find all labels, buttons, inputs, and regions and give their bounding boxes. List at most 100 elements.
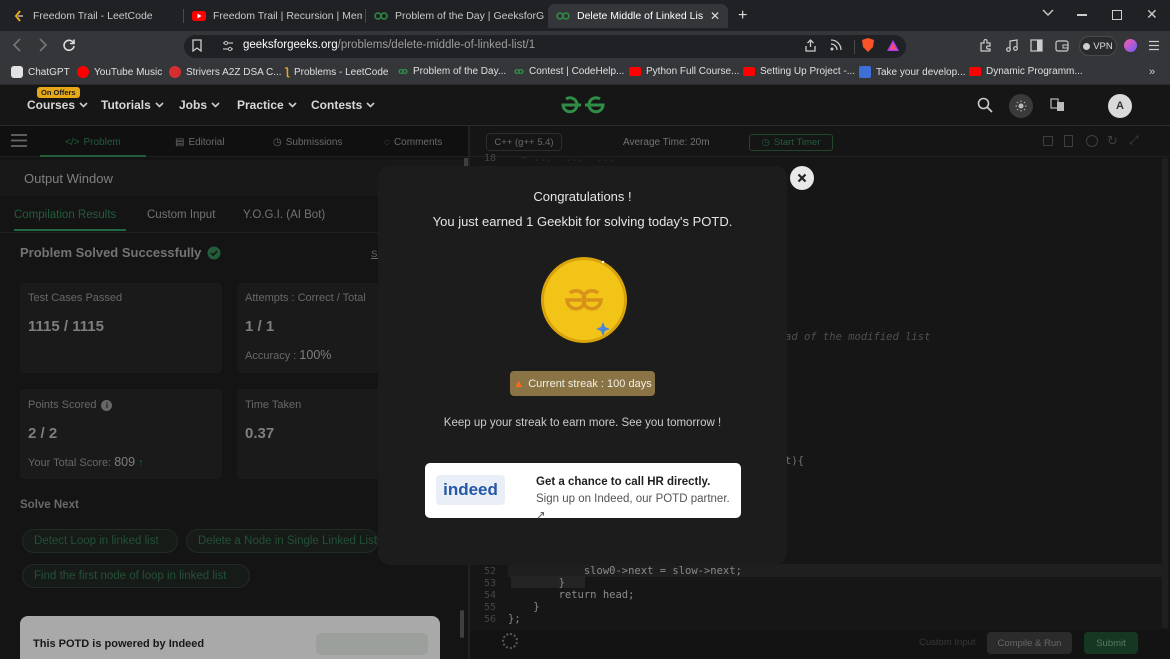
line-number: 52	[483, 566, 496, 577]
tab-title: Freedom Trail | Recursion | Memoizat	[213, 10, 362, 22]
chevron-down-icon	[288, 102, 297, 108]
document-icon: ▤	[175, 137, 185, 148]
bookmark-contest[interactable]: ꝏ Contest | CodeHelp...	[514, 66, 624, 77]
bookmark-strivers[interactable]: Strivers A2Z DSA C...	[169, 66, 282, 78]
info-icon[interactable]: i	[101, 399, 113, 411]
back-icon[interactable]	[12, 38, 22, 52]
custom-input-toggle[interactable]: Custom Input	[919, 637, 976, 648]
menu-icon[interactable]	[1148, 40, 1160, 51]
theme-toggle-icon[interactable]	[1009, 94, 1033, 118]
wallet-icon[interactable]	[1055, 39, 1069, 52]
left-scrollbar[interactable]	[460, 610, 464, 638]
submit-button[interactable]: Submit	[1084, 632, 1138, 654]
translate-icon[interactable]	[1050, 98, 1065, 112]
media-icon[interactable]	[1005, 39, 1018, 52]
language-label: C++ (g++ 5.4)	[494, 136, 554, 148]
tab-potd[interactable]: Problem of the Day | GeeksforGeeks	[366, 4, 544, 28]
start-timer-button[interactable]: ◷ Start Timer	[749, 134, 833, 151]
tab-search-icon[interactable]	[1042, 9, 1054, 17]
attempts-value: 1 / 1	[245, 318, 275, 335]
editor-scrollbar[interactable]	[1162, 158, 1168, 628]
more-bookmarks-icon[interactable]: »	[1149, 66, 1155, 78]
brave-rewards-icon[interactable]	[886, 39, 900, 52]
url-text[interactable]: geeksforgeeks.org/problems/delete-middle…	[243, 39, 535, 51]
indeed-logo[interactable]: indeed	[436, 475, 505, 505]
brave-shield-icon[interactable]	[861, 37, 875, 53]
minimize-icon[interactable]	[1077, 14, 1087, 16]
tab-custom-input[interactable]: Custom Input	[147, 209, 215, 221]
share-icon[interactable]	[804, 39, 817, 52]
reload-icon[interactable]	[62, 38, 76, 52]
gear-icon[interactable]	[502, 633, 518, 649]
chevron-down-icon	[366, 102, 375, 108]
extensions-icon[interactable]	[979, 39, 992, 52]
tab-editorial[interactable]: ▤ Editorial	[175, 137, 225, 148]
leo-ai-icon[interactable]	[1124, 39, 1137, 52]
tab-leetcode[interactable]: Freedom Trail - LeetCode	[4, 4, 180, 28]
tab-youtube[interactable]: Freedom Trail | Recursion | Memoizat	[184, 4, 362, 28]
bookmark-dynamic[interactable]: Dynamic Programm...	[969, 66, 1083, 77]
tab-comments[interactable]: ◌ Comments	[384, 137, 442, 148]
reset-icon[interactable]: ↻	[1107, 133, 1118, 149]
vpn-dot-icon	[1083, 42, 1091, 50]
partner-subtext: Sign up on Indeed, our POTD partner.	[536, 493, 730, 505]
tab-compilation-results[interactable]: Compilation Results	[14, 209, 116, 221]
vpn-button[interactable]: VPN	[1079, 36, 1117, 56]
solve-next-chip[interactable]: Find the first node of loop in linked li…	[22, 564, 250, 588]
nav-jobs[interactable]: Jobs	[179, 98, 220, 112]
hamburger-icon[interactable]	[10, 133, 28, 148]
copy-icon[interactable]	[1043, 136, 1053, 146]
nav-label: Contests	[311, 98, 363, 112]
timer-icon: ◷	[761, 137, 770, 148]
forward-icon[interactable]	[38, 38, 48, 52]
compile-run-button[interactable]: Compile & Run	[987, 632, 1072, 654]
tab-yogi-bot[interactable]: Y.O.G.I. (AI Bot)	[243, 209, 325, 221]
tab-problem[interactable]: </> Problem	[65, 137, 121, 148]
bookmark-leetcode[interactable]: ƪ Problems - LeetCode	[285, 66, 388, 78]
indeed-partner-text[interactable]: Get a chance to call HR directly. Sign u…	[536, 474, 736, 525]
nav-practice[interactable]: Practice	[237, 98, 297, 112]
fire-icon: ▲	[513, 377, 525, 390]
solve-next-chip[interactable]: Detect Loop in linked list	[22, 529, 178, 553]
tab-submissions[interactable]: ◷ Submissions	[273, 137, 342, 148]
bookmark-setting-up[interactable]: Setting Up Project -...	[743, 66, 855, 77]
close-tab-icon[interactable]: ✕	[710, 9, 720, 23]
leetcode-icon: ƪ	[285, 66, 289, 78]
fullscreen-icon[interactable]: ⤢	[1129, 133, 1139, 148]
solve-next-chip[interactable]: Delete a Node in Single Linked List	[186, 529, 378, 553]
bookmark-chatgpt[interactable]: ChatGPT	[11, 66, 70, 78]
rss-icon[interactable]	[830, 39, 842, 51]
close-modal-button[interactable]	[790, 166, 814, 190]
tab-delete-middle[interactable]: Delete Middle of Linked List | Pr ✕	[548, 4, 728, 28]
close-window-icon[interactable]: ✕	[1146, 6, 1158, 23]
nav-tutorials[interactable]: Tutorials	[101, 98, 164, 112]
total-score-label: Your Total Score:	[28, 457, 112, 469]
nav-courses[interactable]: Courses	[27, 98, 88, 112]
offers-badge: On Offers	[37, 87, 80, 98]
modal-message: You just earned 1 Geekbit for solving to…	[432, 214, 733, 229]
bookmark-take-your[interactable]: Take your develop...	[859, 66, 966, 78]
bookmark-icon[interactable]	[192, 39, 202, 52]
potd-sponsor-button[interactable]	[316, 633, 428, 655]
sidebar-icon[interactable]	[1030, 39, 1043, 52]
tab-title: Problem of the Day | GeeksforGeeks	[395, 10, 544, 22]
nav-contests[interactable]: Contests	[311, 98, 375, 112]
language-select[interactable]: C++ (g++ 5.4)	[486, 133, 562, 151]
site-info-icon[interactable]	[222, 40, 234, 52]
bookmark-potd[interactable]: ꝏ Problem of the Day...	[398, 66, 506, 77]
youtube-icon	[192, 9, 206, 23]
avatar[interactable]: A	[1108, 94, 1132, 118]
points-value: 2 / 2	[28, 425, 58, 442]
restore-icon[interactable]	[1112, 10, 1122, 20]
url-path: /problems/delete-middle-of-linked-list/1	[337, 39, 536, 51]
bookmark-python[interactable]: Python Full Course...	[629, 66, 739, 77]
new-tab-icon[interactable]: +	[738, 7, 747, 25]
code-line: slow0->next = slow->next;	[508, 565, 742, 577]
file-icon[interactable]	[1064, 135, 1073, 147]
search-icon[interactable]	[977, 97, 993, 113]
gfg-logo-icon[interactable]	[560, 95, 606, 115]
bookmark-youtube-music[interactable]: YouTube Music	[77, 66, 162, 78]
settings-icon[interactable]	[1086, 135, 1098, 147]
active-tab-underline	[14, 229, 126, 231]
tab-title: Freedom Trail - LeetCode	[33, 10, 153, 22]
